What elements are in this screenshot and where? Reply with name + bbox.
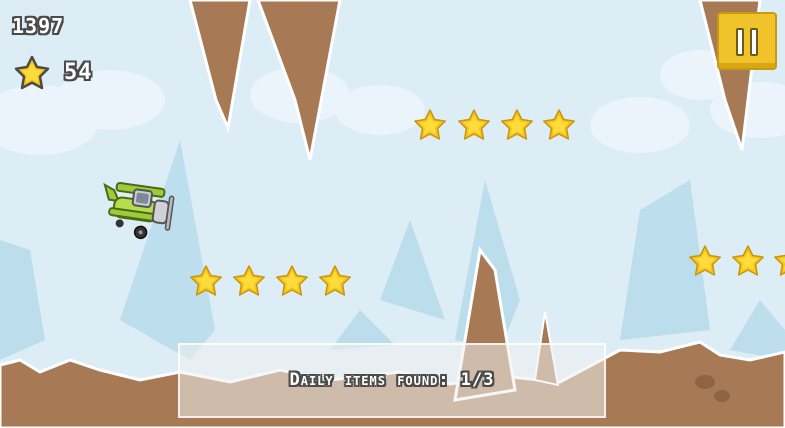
daily-items-panel: Daily items found: 1/3 (178, 343, 606, 418)
star-count: 54 (64, 60, 93, 85)
score-counter: 1397 (12, 14, 65, 38)
star-counter-icon (14, 55, 50, 90)
daily-items-text: Daily items found: 1/3 (289, 370, 495, 390)
pause-button[interactable] (717, 12, 777, 70)
